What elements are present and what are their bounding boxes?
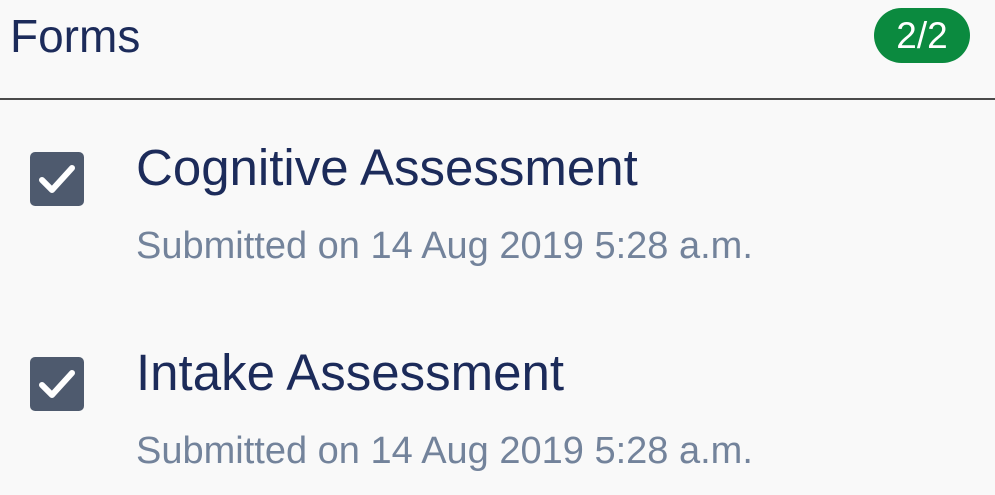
form-list-item[interactable]: Intake Assessment Submitted on 14 Aug 20… <box>0 335 995 495</box>
form-title: Intake Assessment <box>136 344 565 401</box>
form-submitted-status: Submitted on 14 Aug 2019 5:28 a.m. <box>136 430 753 472</box>
page-title: Forms <box>10 10 141 62</box>
checkmark-icon <box>39 370 75 398</box>
form-list-item[interactable]: Cognitive Assessment Submitted on 14 Aug… <box>0 130 995 290</box>
form-checkbox[interactable] <box>30 152 84 206</box>
form-submitted-status: Submitted on 14 Aug 2019 5:28 a.m. <box>136 225 753 267</box>
form-checkbox[interactable] <box>30 357 84 411</box>
checkmark-icon <box>39 165 75 193</box>
forms-count-badge: 2/2 <box>874 8 970 63</box>
forms-header: Forms 2/2 <box>0 0 995 100</box>
form-title: Cognitive Assessment <box>136 139 638 196</box>
